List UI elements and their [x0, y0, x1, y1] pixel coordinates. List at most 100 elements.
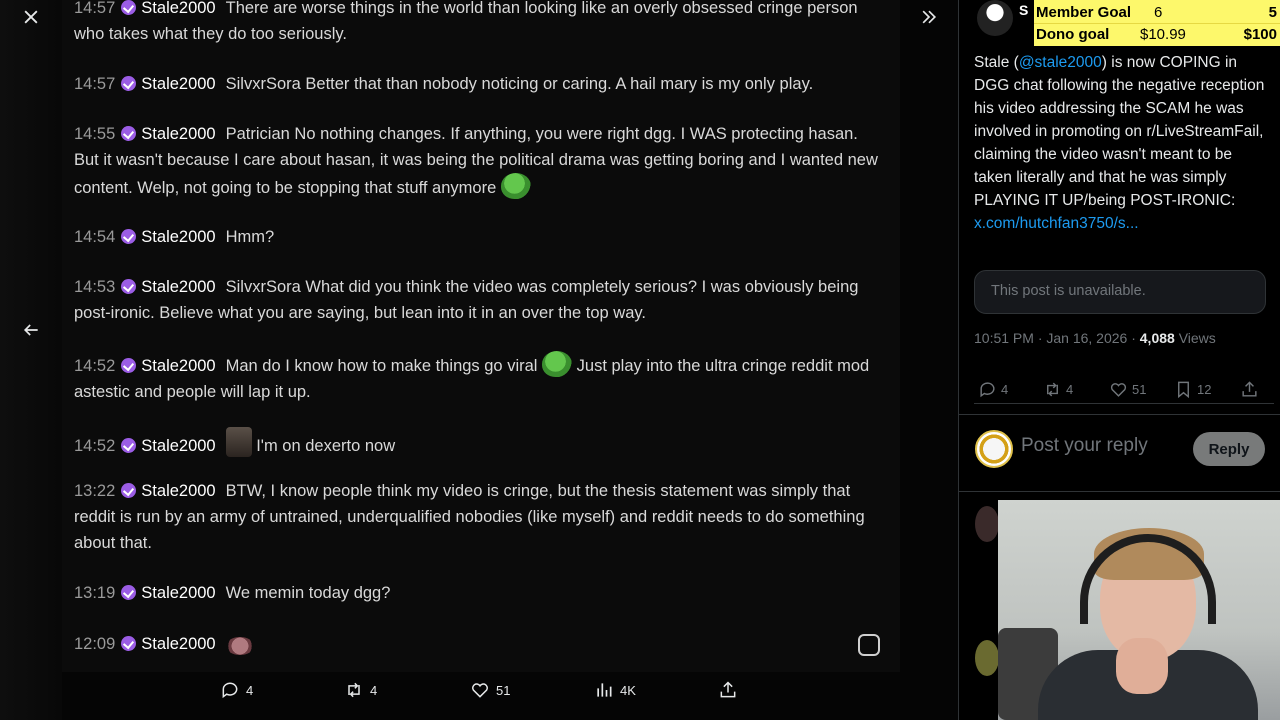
- reply-button[interactable]: 4: [220, 680, 253, 700]
- reply-author-avatar[interactable]: [975, 506, 999, 542]
- bar-chart-icon: [597, 683, 612, 697]
- dono-goal-label: Dono goal: [1036, 26, 1110, 43]
- views-button[interactable]: 4K: [594, 680, 636, 700]
- unavailable-text: This post is unavailable.: [991, 283, 1146, 299]
- verified-badge-icon: [121, 0, 137, 15]
- like-button[interactable]: 51: [1109, 380, 1146, 399]
- previous-media-button[interactable]: [14, 313, 48, 347]
- verified-badge-icon: [121, 636, 137, 651]
- post-link[interactable]: x.com/hutchfan3750/s...: [974, 215, 1139, 232]
- chat-message: 14:53 Stale2000 SilvxrSora What did you th…: [74, 274, 886, 326]
- post-body: Stale (@stale2000) is now COPING in DGG …: [974, 51, 1274, 235]
- pepe-emote-icon: [542, 351, 573, 377]
- repost-count: 4: [1066, 382, 1074, 397]
- comment-icon: [980, 382, 995, 398]
- reply-composer: Post your reply Reply: [959, 414, 1280, 492]
- like-button[interactable]: 51: [470, 680, 510, 700]
- message-user: Stale2000: [141, 482, 216, 500]
- message-user: Stale2000: [141, 437, 216, 455]
- bookmark-count: 12: [1197, 382, 1212, 397]
- message-text: Hmm?: [225, 228, 275, 246]
- quoted-post-unavailable: This post is unavailable.: [974, 270, 1266, 314]
- dono-goal-current: $10.99: [1140, 26, 1186, 43]
- repost-button[interactable]: 4: [344, 680, 377, 700]
- bookmark-button[interactable]: 12: [1174, 380, 1211, 399]
- message-user: Stale2000: [141, 0, 216, 17]
- message-time: 14:52: [74, 357, 116, 375]
- repost-button[interactable]: 4: [1043, 380, 1073, 399]
- dono-goal-target: $100: [1243, 26, 1277, 43]
- view-count: 4K: [620, 682, 636, 698]
- post-text: ) is now COPING in DGG chat following th…: [974, 54, 1265, 209]
- message-time: 14:54: [74, 228, 116, 246]
- chat-message: 12:09 Stale2000: [74, 631, 886, 657]
- reply-button[interactable]: 4: [978, 380, 1008, 399]
- message-time: 14:55: [74, 125, 116, 143]
- reply-input[interactable]: Post your reply: [1021, 435, 1148, 457]
- post-text: Stale (: [974, 54, 1019, 71]
- chat-message: 14:57 Stale2000 There are worse things in …: [74, 0, 886, 47]
- message-time: 14:52: [74, 437, 116, 455]
- expand-panel-button[interactable]: [912, 0, 946, 34]
- media-viewer: 14:57 Stale2000 There are worse things in …: [0, 0, 958, 720]
- repost-icon: [1047, 382, 1058, 397]
- stream-overlay-letter: S: [1019, 2, 1029, 18]
- post-timestamp[interactable]: 10:51 PM · Jan 16, 2026 ·: [974, 330, 1140, 346]
- user-avatar: [975, 430, 1013, 468]
- message-user: Stale2000: [141, 228, 216, 246]
- verified-badge-icon: [121, 438, 137, 453]
- verified-badge-icon: [121, 229, 137, 244]
- viewer-backdrop: [0, 0, 62, 720]
- reply-submit-button[interactable]: Reply: [1193, 432, 1265, 466]
- message-time: 14:57: [74, 0, 116, 17]
- repost-count: 4: [370, 682, 378, 698]
- chat-message: 14:57 Stale2000 SilvxrSora Better that tha…: [74, 71, 886, 97]
- message-text: Man do I know how to make things go vira…: [225, 357, 538, 375]
- chat-message: 14:52 Stale2000 I'm on dexerto now: [74, 427, 886, 459]
- message-time: 12:09: [74, 635, 116, 653]
- message-user: Stale2000: [141, 357, 216, 375]
- message-time: 14:53: [74, 278, 116, 296]
- heart-icon: [472, 683, 488, 698]
- reply-count: 4: [246, 682, 254, 698]
- member-goal-current: 6: [1154, 3, 1163, 21]
- chat-message: 14:55 Stale2000 Patrician No nothing chang…: [74, 121, 886, 201]
- comment-icon: [222, 682, 238, 699]
- share-icon: [720, 681, 736, 698]
- chat-screenshot-image: 14:57 Stale2000 There are worse things in …: [62, 0, 900, 672]
- mention-link[interactable]: @stale2000: [1019, 54, 1102, 71]
- arrow-left-icon: [23, 324, 38, 336]
- close-button[interactable]: [14, 0, 48, 34]
- message-user: Stale2000: [141, 584, 216, 602]
- message-time: 13:22: [74, 482, 116, 500]
- webcam-overlay: [998, 500, 1280, 720]
- chat-message: 13:19 Stale2000 We memin today dgg?: [74, 580, 886, 606]
- message-user: Stale2000: [141, 125, 216, 143]
- post-meta: 10:51 PM · Jan 16, 2026 · 4,088 Views: [974, 330, 1216, 346]
- chat-message: 13:22 Stale2000 BTW, I know people think m…: [74, 478, 886, 556]
- stream-goal-overlay: Member Goal 6 5 Dono goal $10.99 $100: [1034, 0, 1280, 46]
- post-action-bar: 4 4 51 12: [974, 378, 1274, 404]
- repost-icon: [348, 682, 360, 698]
- message-time: 13:19: [74, 584, 116, 602]
- image-alt-icon[interactable]: [858, 634, 880, 656]
- reply-author-avatar[interactable]: [975, 640, 999, 676]
- author-avatar[interactable]: [977, 0, 1013, 36]
- share-button[interactable]: [718, 680, 738, 700]
- message-user: Stale2000: [141, 635, 216, 653]
- member-goal-label: Member Goal: [1036, 3, 1132, 21]
- share-button[interactable]: [1240, 380, 1259, 399]
- emote-icon: [225, 637, 254, 655]
- verified-badge-icon: [121, 279, 137, 294]
- chat-message: 14:54 Stale2000 Hmm?: [74, 224, 886, 250]
- message-user: Stale2000: [141, 278, 216, 296]
- reply-count: 4: [1001, 382, 1009, 397]
- verified-badge-icon: [121, 76, 137, 91]
- like-count: 51: [496, 682, 511, 698]
- dono-goal-row: Dono goal $10.99 $100: [1034, 23, 1280, 45]
- streamer-hand: [1116, 638, 1168, 694]
- verified-badge-icon: [121, 483, 137, 498]
- message-text: I'm on dexerto now: [256, 437, 396, 455]
- message-user: Stale2000: [141, 75, 216, 93]
- verified-badge-icon: [121, 126, 137, 141]
